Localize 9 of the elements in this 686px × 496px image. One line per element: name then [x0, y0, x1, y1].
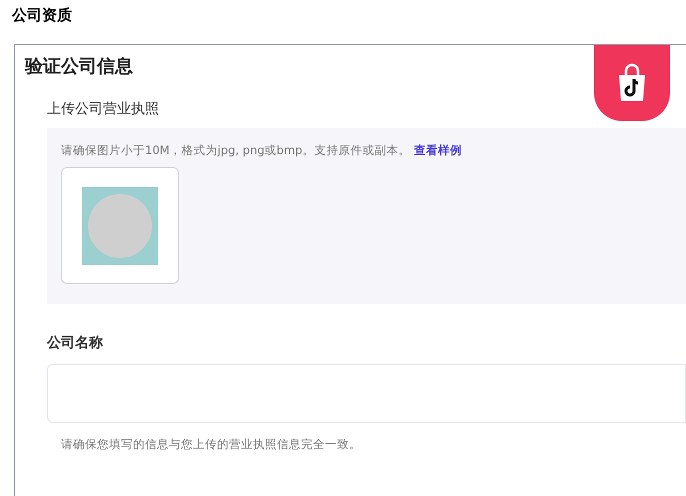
field-label: 公司名称 — [47, 334, 103, 353]
view-sample-link[interactable]: 查看样例 — [414, 143, 462, 157]
upload-thumbnail[interactable] — [61, 167, 179, 284]
section-label: 上传公司营业执照 — [47, 100, 159, 119]
field-hint: 请确保您填写的信息与您上传的营业执照信息完全一致。 — [61, 436, 361, 453]
card-title: 验证公司信息 — [25, 55, 133, 79]
page-title: 公司资质 — [12, 5, 72, 26]
upload-hint: 请确保图片小于10M，格式为jpg, png或bmp。支持原件或副本。 查看样例 — [61, 142, 464, 159]
company-name-field[interactable] — [47, 364, 686, 423]
